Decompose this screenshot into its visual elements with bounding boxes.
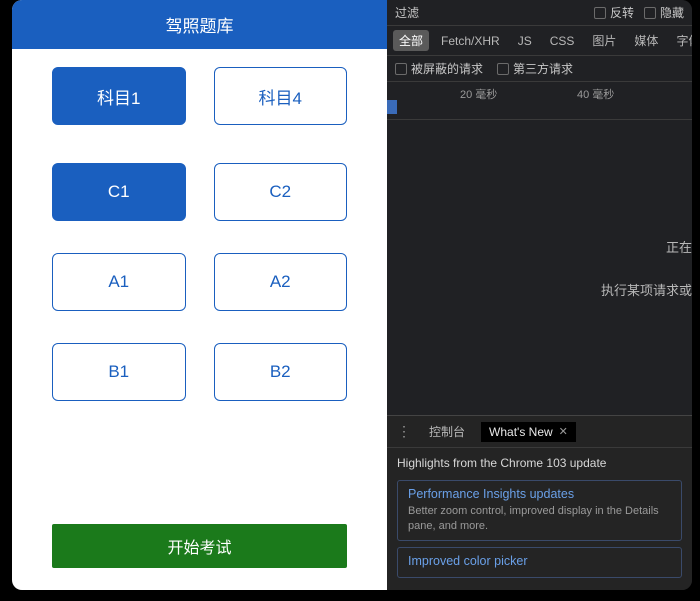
invert-checkbox[interactable]: 反转 (594, 4, 634, 21)
filter-tab-fetch[interactable]: Fetch/XHR (435, 32, 506, 50)
drawer-menu-icon[interactable]: ⋮ (395, 423, 413, 440)
mobile-app-pane: 驾照题库 科目1 科目4 C1 C2 A1 A2 B1 B2 开始考试 (12, 0, 387, 590)
card-title: Performance Insights updates (408, 487, 671, 501)
start-exam-button[interactable]: 开始考试 (52, 524, 347, 568)
type-option-a1[interactable]: A1 (52, 253, 186, 311)
devtools-type-filters: 全部 Fetch/XHR JS CSS 图片 媒体 字体 文 (387, 26, 692, 56)
subject-option-4[interactable]: 科目4 (214, 67, 348, 125)
checkbox-icon (395, 63, 407, 75)
app-window: 驾照题库 科目1 科目4 C1 C2 A1 A2 B1 B2 开始考试 (12, 0, 692, 590)
blocked-requests-checkbox[interactable]: 被屏蔽的请求 (395, 60, 483, 77)
blocked-label: 被屏蔽的请求 (411, 60, 483, 77)
thirdparty-requests-checkbox[interactable]: 第三方请求 (497, 60, 573, 77)
app-content: 科目1 科目4 C1 C2 A1 A2 B1 B2 (12, 49, 387, 524)
checkbox-icon (497, 63, 509, 75)
empty-text-1: 正在 (666, 237, 692, 256)
checkbox-icon (594, 7, 606, 19)
filter-label: 过滤 (395, 4, 419, 21)
network-timeline[interactable]: 20 毫秒 40 毫秒 (387, 82, 692, 120)
devtools-checkbox-row: 被屏蔽的请求 第三方请求 (387, 56, 692, 82)
empty-text-2: 执行某项请求或 (601, 280, 692, 299)
filter-tab-css[interactable]: CSS (544, 32, 581, 50)
app-title: 驾照题库 (12, 0, 387, 49)
drawer-tab-console[interactable]: 控制台 (421, 420, 473, 443)
checkbox-icon (644, 7, 656, 19)
drawer-tab-whatsnew[interactable]: What's New ✕ (481, 422, 576, 442)
hide-label: 隐藏 (660, 4, 684, 21)
app-footer: 开始考试 (12, 524, 387, 590)
devtools-filter-row: 过滤 反转 隐藏 (387, 0, 692, 26)
filter-tab-font[interactable]: 字体 (670, 30, 692, 51)
hide-checkbox[interactable]: 隐藏 (644, 4, 684, 21)
card-title: Improved color picker (408, 554, 671, 568)
drawer-tabs: ⋮ 控制台 What's New ✕ (387, 416, 692, 448)
filter-tab-img[interactable]: 图片 (586, 30, 622, 51)
type-row-2: A1 A2 (52, 253, 347, 311)
filter-tab-all[interactable]: 全部 (393, 30, 429, 51)
filter-tab-js[interactable]: JS (512, 32, 538, 50)
type-option-b1[interactable]: B1 (52, 343, 186, 401)
card-desc: Better zoom control, improved display in… (408, 504, 671, 534)
network-empty-state: 正在 执行某项请求或 (387, 120, 692, 415)
invert-label: 反转 (610, 4, 634, 21)
drawer-body: Highlights from the Chrome 103 update Pe… (387, 448, 692, 590)
type-row-3: B1 B2 (52, 343, 347, 401)
type-option-b2[interactable]: B2 (214, 343, 348, 401)
close-icon[interactable]: ✕ (559, 425, 568, 438)
type-row-1: C1 C2 (52, 163, 347, 221)
timeline-mark-20ms: 20 毫秒 (460, 86, 497, 102)
timeline-mark-40ms: 40 毫秒 (577, 86, 614, 102)
subject-option-1[interactable]: 科目1 (52, 67, 186, 125)
whatsnew-card[interactable]: Improved color picker (397, 547, 682, 578)
filter-tab-media[interactable]: 媒体 (628, 30, 664, 51)
type-option-c2[interactable]: C2 (214, 163, 348, 221)
type-option-a2[interactable]: A2 (214, 253, 348, 311)
whatsnew-card[interactable]: Performance Insights updates Better zoom… (397, 480, 682, 541)
highlights-title: Highlights from the Chrome 103 update (397, 456, 682, 470)
thirdparty-label: 第三方请求 (513, 60, 573, 77)
type-option-c1[interactable]: C1 (52, 163, 186, 221)
drawer-tab-label: What's New (489, 425, 553, 439)
devtools-pane: 过滤 反转 隐藏 全部 Fetch/XHR JS CSS 图片 媒体 字体 文 (387, 0, 692, 590)
subject-row: 科目1 科目4 (52, 67, 347, 125)
timeline-bar (387, 100, 397, 114)
devtools-drawer: ⋮ 控制台 What's New ✕ Highlights from the C… (387, 415, 692, 590)
